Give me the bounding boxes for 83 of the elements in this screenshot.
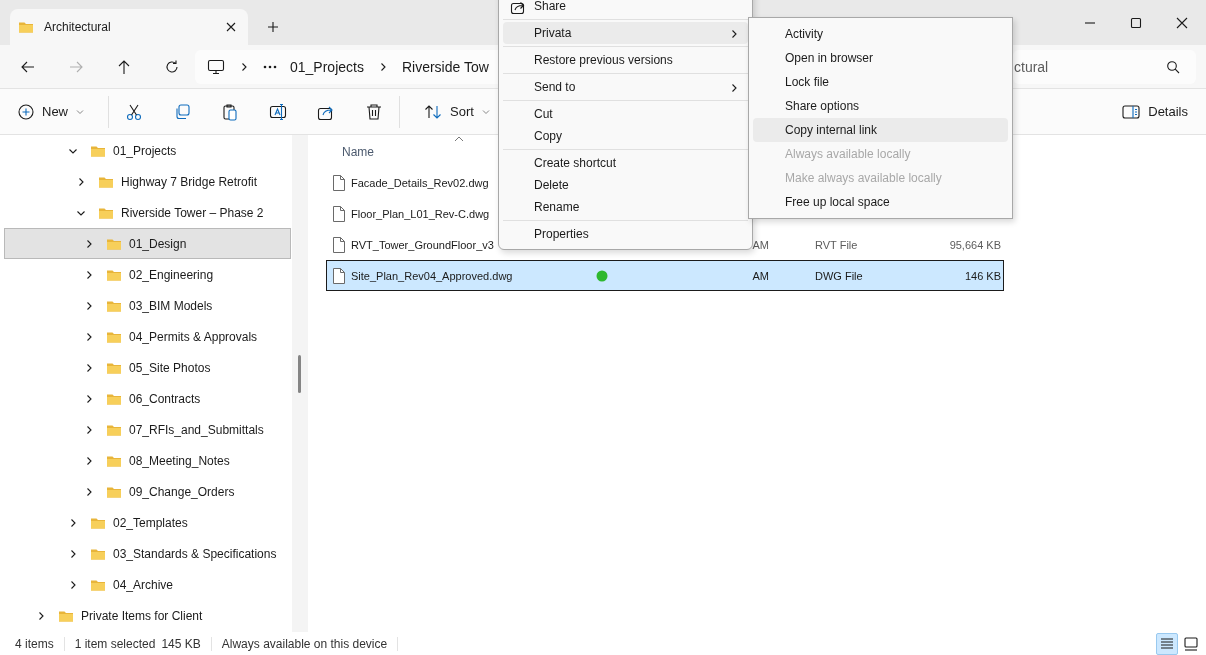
menu-item[interactable]: Privata	[503, 22, 748, 44]
refresh-icon[interactable]	[164, 58, 180, 75]
caret-icon	[76, 108, 84, 115]
tree-item[interactable]: Private Items for Client	[4, 600, 291, 631]
file-icon	[333, 267, 345, 284]
selection-count: 1 item selected	[74, 636, 156, 651]
share-icon	[510, 0, 526, 15]
caret-icon	[481, 108, 490, 115]
maximize-icon[interactable]	[1130, 16, 1142, 29]
tree-item[interactable]: 01_Design	[4, 228, 291, 259]
menu-item[interactable]: Copy internal link	[753, 118, 1008, 142]
tree-item[interactable]: 08_Meeting_Notes	[4, 445, 291, 476]
selection-size: 145 KB	[161, 636, 201, 651]
rename-icon[interactable]	[269, 102, 287, 121]
tree-item[interactable]: 02_Templates	[4, 507, 291, 538]
file-icon	[333, 174, 345, 191]
menu-item[interactable]: Send to	[503, 76, 748, 98]
menu-item[interactable]: Properties	[503, 223, 748, 245]
scrollbar-thumb[interactable]	[298, 355, 301, 393]
menu-item[interactable]: Free up local space	[753, 190, 1008, 214]
details-pane-icon	[1122, 104, 1141, 119]
menu-item[interactable]: Create shortcut	[503, 152, 748, 174]
sort-caret-icon	[454, 136, 464, 142]
file-size: 95,664 KB	[949, 238, 1001, 251]
tree-item[interactable]: 03_Standards & Specifications	[4, 538, 291, 569]
tree-item[interactable]: 05_Site Photos	[4, 352, 291, 383]
tree-item[interactable]: 06_Contracts	[4, 383, 291, 414]
tree-item[interactable]: Riverside Tower – Phase 2	[4, 197, 291, 228]
close-icon[interactable]	[1176, 16, 1188, 29]
item-count: 4 items	[15, 636, 54, 651]
trash-icon[interactable]	[365, 102, 383, 121]
file-name: Site_Plan_Rev04_Approved.dwg	[351, 269, 513, 282]
search-field[interactable]: ctural	[1013, 49, 1196, 84]
file-type: DWG File	[815, 269, 863, 282]
column-header[interactable]: Name	[342, 144, 374, 159]
menu-item[interactable]: Copy	[503, 125, 748, 147]
tree-item[interactable]: Highway 7 Bridge Retrofit	[4, 166, 291, 197]
clipboard-icon[interactable]	[221, 102, 239, 121]
menu-item[interactable]: Delete	[503, 174, 748, 196]
close-icon[interactable]	[224, 20, 238, 34]
file-date: AM	[752, 269, 769, 282]
tree-item[interactable]: 04_Permits & Approvals	[4, 321, 291, 352]
menu-item[interactable]: Lock file	[753, 70, 1008, 94]
menu-item[interactable]: Activity	[753, 22, 1008, 46]
tiles-view-icon	[1182, 634, 1200, 653]
file-icon	[333, 236, 345, 253]
menu-item[interactable]: Share	[503, 0, 748, 17]
menu-item[interactable]: Open in browser	[753, 46, 1008, 70]
details-button[interactable]: Details	[1114, 98, 1196, 125]
file-size: 146 KB	[964, 269, 1001, 282]
sort-button[interactable]: Sort	[416, 97, 498, 126]
menu-item[interactable]: Rename	[503, 196, 748, 218]
tree-item[interactable]: 09_Change_Orders	[4, 476, 291, 507]
window-tab[interactable]: Architectural	[10, 9, 248, 45]
copy-icon[interactable]	[173, 102, 191, 121]
tree-item[interactable]: 07_RFIs_and_Submittals	[4, 414, 291, 445]
file-row[interactable]: Site_Plan_Rev04_Approved.dwg AM DWG File 146 KB	[326, 260, 1004, 291]
menu-item[interactable]: Share options	[753, 94, 1008, 118]
file-name: Facade_Details_Rev02.dwg	[351, 176, 489, 189]
file-name: Floor_Plan_L01_Rev-C.dwg	[351, 207, 490, 220]
tree-item[interactable]: 01_Projects	[4, 135, 291, 166]
menu-item[interactable]: Cut	[503, 103, 748, 125]
search-icon	[1166, 59, 1180, 74]
file-name: RVT_Tower_GroundFloor_v3	[351, 238, 494, 251]
breadcrumb-link[interactable]: 01_Projects	[290, 58, 364, 75]
plus-icon[interactable]	[266, 20, 280, 34]
plus-circle-icon	[18, 103, 34, 120]
tree-item[interactable]: 03_BIM Models	[4, 290, 291, 321]
tree-item[interactable]: 02_Engineering	[4, 259, 291, 290]
menu-item[interactable]: Restore previous versions	[503, 49, 748, 71]
up-arrow-icon[interactable]	[116, 58, 132, 75]
scissors-icon[interactable]	[125, 102, 143, 121]
view-toggle[interactable]	[1156, 632, 1178, 655]
computer-icon	[207, 58, 225, 75]
file-type: RVT File	[815, 238, 858, 251]
tree-item[interactable]: 04_Archive	[4, 569, 291, 600]
file-icon	[333, 205, 345, 222]
availability-status: Always available on this device	[221, 636, 388, 651]
ellipsis-icon[interactable]	[263, 64, 277, 69]
file-date: AM	[752, 238, 769, 251]
breadcrumb-link[interactable]: Riverside Tow	[401, 58, 489, 75]
sort-arrows-icon	[424, 103, 442, 120]
new-button[interactable]: New	[10, 97, 92, 126]
